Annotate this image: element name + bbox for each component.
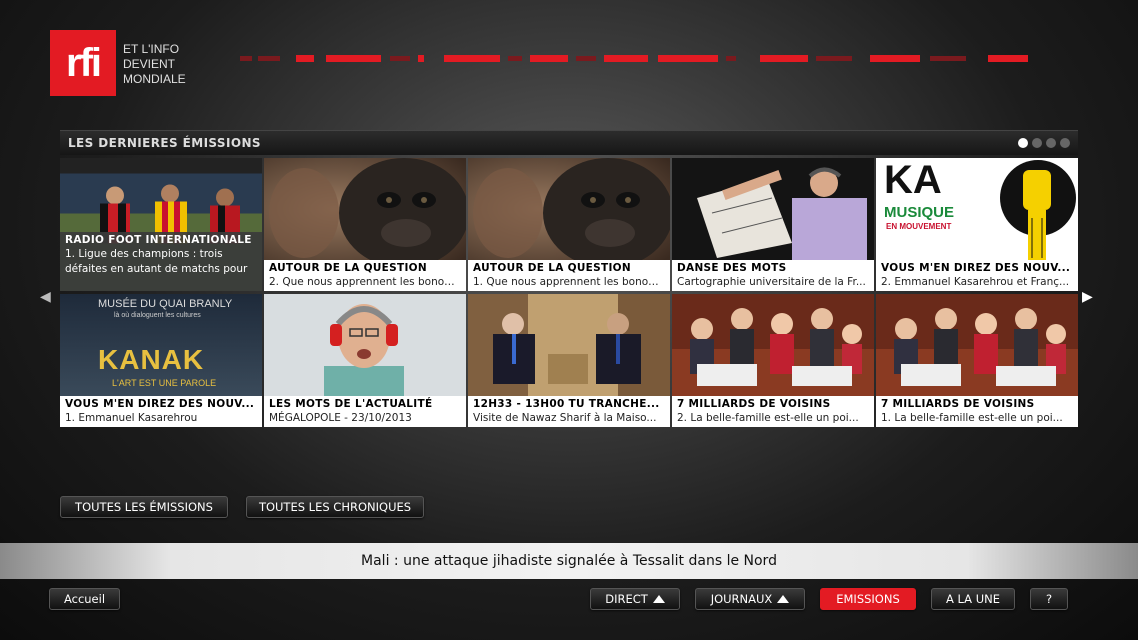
all-shows-label: TOUTES LES ÉMISSIONS (75, 500, 213, 514)
section-header: LES DERNIERES ÉMISSIONS (60, 130, 1078, 155)
tagline-line: DEVIENT (123, 57, 176, 71)
poster-text: MUSÉE DU QUAI BRANLY (98, 298, 233, 310)
pager-dot[interactable] (1046, 138, 1056, 148)
home-label: Accueil (63, 592, 106, 606)
all-chronicles-button[interactable]: TOUTES LES CHRONIQUES (246, 496, 424, 518)
tile-caption: VOUS M'EN DIREZ DES NOUV... 2. Emmanuel … (876, 260, 1078, 291)
tile-title: RADIO FOOT INTERNATIONALE (65, 234, 252, 246)
direct-label: DIRECT (605, 592, 648, 606)
tile-subtitle: Visite de Nawaz Sharif à la Maiso... (473, 412, 657, 424)
tile-title: LES MOTS DE L'ACTUALITÉ (269, 398, 433, 410)
poster-text: EN MOUVEMENT (886, 222, 952, 231)
man-with-map-thumbnail (672, 158, 874, 260)
poster-text: MUSIQUE (884, 204, 955, 221)
pager-dot[interactable] (1060, 138, 1070, 148)
show-tile[interactable]: LES MOTS DE L'ACTUALITÉ MÉGALOPOLE - 23/… (264, 294, 466, 427)
poster-text: KANAK (98, 344, 205, 375)
tile-caption: 7 MILLIARDS DE VOISINS 2. La belle-famil… (672, 396, 874, 427)
bonobo-thumbnail (264, 158, 466, 260)
journaux-label: JOURNAUX (710, 592, 773, 606)
logo-text: rfi (66, 41, 102, 85)
tile-title: AUTOUR DE LA QUESTION (473, 262, 631, 274)
triangle-up-icon (777, 595, 790, 603)
family-on-sofa-thumbnail (672, 294, 874, 396)
poster-text: KA (884, 158, 942, 202)
pager (1018, 138, 1070, 148)
show-tile[interactable]: MUSÉE DU QUAI BRANLY là où dialoguent le… (60, 294, 262, 427)
tagline-line: MONDIALE (123, 72, 186, 86)
tile-title: 12H33 - 13H00 TU TRANCHE... (473, 398, 660, 410)
all-chronicles-label: TOUTES LES CHRONIQUES (258, 500, 412, 514)
direct-button[interactable]: DIRECT (590, 588, 680, 610)
tile-title: AUTOUR DE LA QUESTION (269, 262, 427, 274)
show-tile[interactable]: RADIO FOOT INTERNATIONALE 1. Ligue des c… (60, 158, 262, 291)
emissions-button[interactable]: EMISSIONS (820, 588, 916, 610)
tile-caption: RADIO FOOT INTERNATIONALE 1. Ligue des c… (60, 232, 262, 291)
tile-subtitle: 2. Emmanuel Kasarehrou et Franç... (881, 276, 1070, 288)
shows-grid: RADIO FOOT INTERNATIONALE 1. Ligue des c… (60, 158, 1078, 428)
show-tile[interactable]: 12H33 - 13H00 TU TRANCHE... Visite de Na… (468, 294, 670, 427)
show-tile[interactable]: 7 MILLIARDS DE VOISINS 2. La belle-famil… (672, 294, 874, 427)
tile-subtitle: 1. Que nous apprennent les bonobo... (473, 276, 665, 288)
tile-caption: VOUS M'EN DIREZ DES NOUV... 1. Emmanuel … (60, 396, 262, 427)
tile-caption: AUTOUR DE LA QUESTION 1. Que nous appren… (468, 260, 670, 291)
show-tile[interactable]: AUTOUR DE LA QUESTION 2. Que nous appren… (264, 158, 466, 291)
pager-dot[interactable] (1018, 138, 1028, 148)
tile-title: VOUS M'EN DIREZ DES NOUV... (65, 398, 255, 410)
ka-musique-thumbnail: KA MUSIQUE EN MOUVEMENT (876, 158, 1078, 260)
ticker-text: Mali : une attaque jihadiste signalée à … (361, 553, 777, 569)
brand-tagline: ET L'INFO DEVIENT MONDIALE (123, 42, 186, 87)
tagline-line: ET L'INFO (123, 42, 180, 56)
section-title: LES DERNIERES ÉMISSIONS (68, 136, 261, 150)
tile-title: 7 MILLIARDS DE VOISINS (677, 398, 831, 410)
a-la-une-button[interactable]: A LA UNE (931, 588, 1015, 610)
tile-title: DANSE DES MOTS (677, 262, 787, 274)
poster-text: L'ART EST UNE PAROLE (112, 378, 217, 388)
poster-text: là où dialoguent les cultures (114, 312, 201, 319)
man-with-headphones-thumbnail (264, 294, 466, 396)
pager-dot[interactable] (1032, 138, 1042, 148)
tile-subtitle: 2. La belle-famille est-elle un poi... (677, 412, 859, 424)
prev-arrow-icon[interactable]: ◀ (40, 289, 51, 305)
tile-subtitle: Cartographie universitaire de la Fr... (677, 276, 866, 288)
fist-icon (1000, 160, 1076, 260)
tile-caption: 7 MILLIARDS DE VOISINS 1. La belle-famil… (876, 396, 1078, 427)
tile-title: 7 MILLIARDS DE VOISINS (881, 398, 1035, 410)
tile-subtitle: 2. Que nous apprennent les bonobo... (269, 276, 461, 288)
bonobo-thumbnail (468, 158, 670, 260)
emissions-label: EMISSIONS (836, 592, 900, 606)
two-men-seated-thumbnail (468, 294, 670, 396)
home-button[interactable]: Accueil (49, 588, 120, 610)
show-tile[interactable]: 7 MILLIARDS DE VOISINS 1. La belle-famil… (876, 294, 1078, 427)
triangle-up-icon (652, 595, 665, 603)
rfi-logo: rfi (50, 30, 116, 96)
family-on-sofa-thumbnail (876, 294, 1078, 396)
tile-subtitle: 1. Emmanuel Kasarehrou (65, 412, 198, 424)
show-tile[interactable]: AUTOUR DE LA QUESTION 1. Que nous appren… (468, 158, 670, 291)
kanak-thumbnail: MUSÉE DU QUAI BRANLY là où dialoguent le… (60, 294, 262, 396)
tile-subtitle: MÉGALOPOLE - 23/10/2013 (269, 412, 412, 424)
decorative-dashes (240, 55, 1040, 63)
tile-title: VOUS M'EN DIREZ DES NOUV... (881, 262, 1071, 274)
news-ticker: Mali : une attaque jihadiste signalée à … (0, 543, 1138, 579)
tile-caption: LES MOTS DE L'ACTUALITÉ MÉGALOPOLE - 23/… (264, 396, 466, 427)
all-shows-button[interactable]: TOUTES LES ÉMISSIONS (60, 496, 228, 518)
tile-caption: DANSE DES MOTS Cartographie universitair… (672, 260, 874, 291)
journaux-button[interactable]: JOURNAUX (695, 588, 805, 610)
next-arrow-icon[interactable]: ▶ (1082, 289, 1093, 305)
show-tile[interactable]: DANSE DES MOTS Cartographie universitair… (672, 158, 874, 291)
tile-subtitle: 1. Ligue des champions : trois défaites … (65, 248, 248, 275)
a-la-une-label: A LA UNE (945, 592, 1000, 606)
tile-caption: 12H33 - 13H00 TU TRANCHE... Visite de Na… (468, 396, 670, 427)
show-tile[interactable]: KA MUSIQUE EN MOUVEMENT VOUS M'EN DIREZ … (876, 158, 1078, 291)
help-label: ? (1045, 592, 1053, 606)
help-button[interactable]: ? (1030, 588, 1068, 610)
tile-caption: AUTOUR DE LA QUESTION 2. Que nous appren… (264, 260, 466, 291)
tile-subtitle: 1. La belle-famille est-elle un poi... (881, 412, 1063, 424)
